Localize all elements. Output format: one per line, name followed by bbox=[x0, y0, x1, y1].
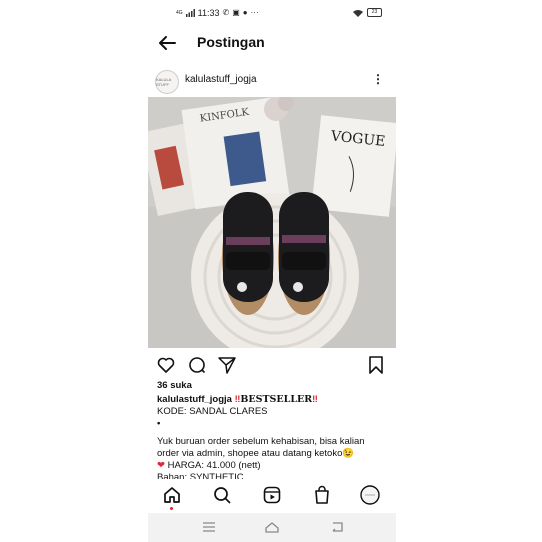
caption-line-4: Yuk buruan order sebelum kehabisan, bisa… bbox=[157, 436, 365, 459]
more-notifications-icon: ··· bbox=[250, 8, 259, 17]
more-vertical-icon[interactable]: ⋮ bbox=[372, 73, 384, 85]
product-photo-illustration: KINFOLK VOGUE bbox=[148, 97, 396, 348]
post-actions bbox=[148, 352, 396, 378]
clock: 11:33 bbox=[197, 8, 220, 18]
avatar-text: KALULA STUFF bbox=[156, 77, 172, 87]
menu-icon[interactable] bbox=[201, 519, 217, 535]
send-icon[interactable] bbox=[217, 355, 237, 375]
caption-line-2: KODE: SANDAL CLARES bbox=[157, 406, 268, 417]
post-header: KALULA STUFF kalulastuff_jogja ⋮ bbox=[148, 64, 396, 96]
post-caption: kalulastuff_jogja ‼BESTSELLER‼ KODE: SAN… bbox=[157, 394, 389, 484]
heart-emoji: ❤ bbox=[157, 460, 165, 471]
reels-icon[interactable] bbox=[262, 485, 282, 505]
comment-icon[interactable] bbox=[187, 355, 207, 375]
caption-line-1: kalulastuff_jogja ‼BESTSELLER‼ bbox=[157, 394, 389, 406]
arrow-left-icon[interactable] bbox=[156, 32, 178, 54]
app-notification-icon: ● bbox=[242, 8, 248, 17]
left-sandal bbox=[223, 192, 273, 302]
top-header: Postingan bbox=[148, 28, 396, 58]
profile-avatar-icon[interactable] bbox=[360, 485, 380, 505]
active-tab-dot bbox=[170, 507, 173, 510]
post-photo[interactable]: KINFOLK VOGUE bbox=[148, 97, 396, 348]
home-icon[interactable] bbox=[162, 485, 182, 505]
caption-line-5: ❤ HARGA: 41.000 (nett) bbox=[157, 460, 389, 472]
home-nav-icon[interactable] bbox=[264, 519, 280, 535]
likes-count[interactable]: 36 suka bbox=[157, 380, 192, 391]
signal-icon bbox=[185, 9, 195, 17]
caption-bang-2: ‼ bbox=[312, 394, 318, 405]
search-icon[interactable] bbox=[212, 485, 232, 505]
battery-icon: 23 bbox=[367, 8, 382, 17]
network-label: 4G bbox=[176, 10, 183, 16]
caption-tag: BESTSELLER bbox=[240, 394, 313, 405]
right-sandal bbox=[279, 192, 329, 302]
status-bar: 4G 11:33 ✆ ▣ ● ··· 23 bbox=[148, 6, 396, 22]
phone-screen: 4G 11:33 ✆ ▣ ● ··· 23 Postingan KALULA S… bbox=[148, 0, 396, 542]
wifi-icon bbox=[353, 9, 363, 17]
page-title: Postingan bbox=[197, 34, 265, 50]
post-username[interactable]: kalulastuff_jogja bbox=[185, 74, 257, 85]
caption-price: HARGA: 41.000 (nett) bbox=[164, 460, 261, 471]
caption-line-3: • bbox=[157, 418, 161, 429]
bottom-tab-bar bbox=[148, 479, 396, 513]
heart-icon[interactable] bbox=[156, 355, 176, 375]
notification-icon: ▣ bbox=[232, 8, 240, 17]
back-nav-icon[interactable] bbox=[329, 519, 345, 535]
shop-bag-icon[interactable] bbox=[312, 485, 332, 505]
system-nav-bar bbox=[148, 513, 396, 542]
call-icon: ✆ bbox=[222, 8, 230, 17]
bookmark-icon[interactable] bbox=[366, 355, 386, 375]
caption-username[interactable]: kalulastuff_jogja bbox=[157, 394, 232, 405]
avatar[interactable]: KALULA STUFF bbox=[155, 70, 179, 94]
